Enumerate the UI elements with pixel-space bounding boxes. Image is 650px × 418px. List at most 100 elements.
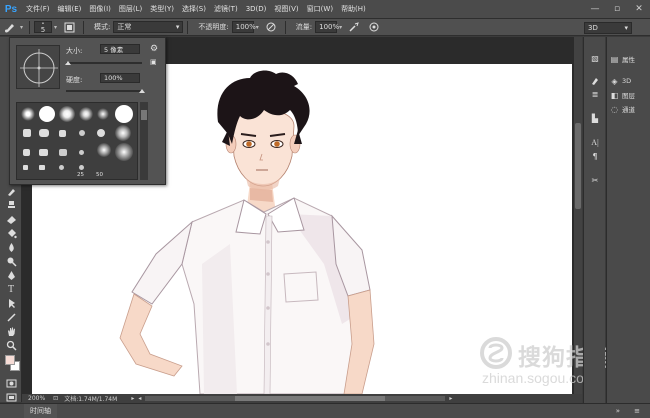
horizontal-scrollbar[interactable] xyxy=(145,396,446,401)
mode-select[interactable]: 正常 ▾ xyxy=(113,21,184,33)
brush-panel-toggle-icon[interactable] xyxy=(62,20,76,34)
chevron-down-icon[interactable]: ▾ xyxy=(54,24,57,31)
panel-3d[interactable]: ◈ 3D xyxy=(610,75,650,87)
size-slider-handle[interactable] xyxy=(65,61,71,65)
pen-icon[interactable] xyxy=(4,269,18,282)
flow-input[interactable]: 100% xyxy=(315,21,339,33)
hardness-slider[interactable] xyxy=(66,90,142,92)
clone-stamp-icon[interactable] xyxy=(4,199,18,212)
scroll-right-arrow-icon[interactable]: ▸ xyxy=(449,395,452,402)
panel-layers[interactable]: ◧ 图层 xyxy=(610,89,650,101)
foreground-color-swatch[interactable] xyxy=(5,355,15,365)
zoom-tool-icon[interactable] xyxy=(4,339,18,352)
brush-preset-item[interactable] xyxy=(21,107,35,121)
character-panel-icon[interactable]: A| xyxy=(589,137,601,148)
brush-preset-item[interactable] xyxy=(115,105,133,123)
menu-select[interactable]: 选择(S) xyxy=(178,4,210,14)
scroll-left-arrow-icon[interactable]: ◂ xyxy=(138,395,141,402)
menu-window[interactable]: 窗口(W) xyxy=(303,4,337,14)
brush-preset-item[interactable] xyxy=(97,108,109,120)
clone-source-icon[interactable]: ▙ xyxy=(589,113,601,124)
brush-preset-item[interactable] xyxy=(97,129,105,137)
hardness-slider-handle[interactable] xyxy=(139,89,145,93)
brush-preset-item[interactable] xyxy=(39,106,55,122)
restore-icon[interactable]: ▫ xyxy=(610,4,624,14)
brush-tool-icon[interactable] xyxy=(4,185,18,198)
menu-edit[interactable]: 编辑(E) xyxy=(54,4,86,14)
menu-filter[interactable]: 滤镜(T) xyxy=(210,4,242,14)
airbrush-icon[interactable] xyxy=(347,20,361,34)
chevron-down-icon[interactable]: ▾ xyxy=(339,24,342,31)
menu-layer[interactable]: 图层(L) xyxy=(115,4,146,14)
size-label: 大小: xyxy=(66,47,83,55)
dodge-icon[interactable] xyxy=(4,255,18,268)
gear-icon[interactable]: ⚙ xyxy=(150,44,158,54)
menu-view[interactable]: 视图(V) xyxy=(270,4,302,14)
blur-icon[interactable] xyxy=(4,241,18,254)
brush-size-picker[interactable]: • 5 xyxy=(34,21,53,34)
collapse-icon[interactable]: » xyxy=(616,407,620,415)
menu-help[interactable]: 帮助(H) xyxy=(337,4,370,14)
opacity-input[interactable]: 100% xyxy=(231,21,256,33)
panel-menu-icon[interactable]: ≡ xyxy=(634,407,640,415)
brush-preset-item[interactable] xyxy=(59,165,64,170)
hand-tool-icon[interactable] xyxy=(4,325,18,338)
zoom-level[interactable]: 200% xyxy=(28,395,45,402)
brush-preset-item[interactable] xyxy=(59,130,66,137)
panel-channels[interactable]: ◌ 通道 xyxy=(610,103,650,115)
path-selection-icon[interactable] xyxy=(4,297,18,310)
brush-preset-item[interactable] xyxy=(79,150,84,155)
panel-properties[interactable]: ▤ 属性 xyxy=(610,53,650,65)
workspace-switcher[interactable]: 3D ▾ xyxy=(584,22,632,34)
eraser-icon[interactable] xyxy=(4,213,18,226)
size-input[interactable]: 5 像素 xyxy=(100,44,140,54)
brush-preset-item[interactable] xyxy=(39,165,45,170)
tab-timeline[interactable]: 时间轴 xyxy=(24,404,57,418)
chevron-down-icon[interactable]: ▾ xyxy=(256,24,259,31)
chevron-down-icon: ▾ xyxy=(175,23,180,31)
menu-image[interactable]: 图像(I) xyxy=(85,4,115,14)
brush-preset-item[interactable] xyxy=(97,143,111,157)
brush-tool-preset-icon[interactable] xyxy=(3,20,17,34)
brush-panel-icon[interactable] xyxy=(589,75,601,86)
status-menu-arrow-icon[interactable]: ▸ xyxy=(131,395,134,402)
brush-preset-item[interactable] xyxy=(79,165,84,170)
history-icon[interactable]: ▧ xyxy=(589,53,601,64)
hardness-input[interactable]: 100% xyxy=(100,73,140,83)
brush-preset-item[interactable] xyxy=(59,106,75,122)
quick-mask-icon[interactable] xyxy=(4,377,18,390)
brush-preset-item[interactable] xyxy=(23,165,28,170)
chevron-down-icon[interactable]: ▾ xyxy=(20,24,23,31)
new-preset-icon[interactable]: ▣ xyxy=(150,58,157,66)
menu-file[interactable]: 文件(F) xyxy=(22,4,54,14)
brush-preset-item[interactable] xyxy=(79,107,93,121)
brush-angle-preview[interactable] xyxy=(16,45,60,89)
brush-preset-item[interactable] xyxy=(39,129,49,137)
minimize-icon[interactable]: — xyxy=(588,4,602,14)
brush-preset-item[interactable] xyxy=(115,143,133,161)
pressure-size-icon[interactable] xyxy=(367,20,381,34)
horizontal-scrollbar-thumb[interactable] xyxy=(235,396,386,401)
close-icon[interactable]: ✕ xyxy=(632,4,646,14)
menu-type[interactable]: 类型(Y) xyxy=(146,4,178,14)
tools-options-icon[interactable]: ✂ xyxy=(589,175,601,186)
brush-preset-item[interactable] xyxy=(115,125,131,141)
brush-preset-item[interactable] xyxy=(39,149,48,156)
brush-preset-item[interactable] xyxy=(79,130,85,136)
export-icon[interactable]: ⊡ xyxy=(53,395,58,402)
brush-preset-item[interactable] xyxy=(23,149,30,156)
type-tool-icon[interactable]: T xyxy=(4,283,18,296)
pressure-opacity-icon[interactable] xyxy=(264,20,278,34)
vertical-scrollbar[interactable] xyxy=(574,37,582,394)
brush-preset-item[interactable] xyxy=(23,129,31,137)
paint-bucket-icon[interactable] xyxy=(4,227,18,240)
paragraph-panel-icon[interactable]: ¶ xyxy=(589,151,601,162)
size-slider[interactable] xyxy=(66,62,142,64)
line-tool-icon[interactable] xyxy=(4,311,18,324)
preset-scrollbar-thumb[interactable] xyxy=(141,110,147,120)
menu-3d[interactable]: 3D(D) xyxy=(242,5,271,13)
brush-preset-item[interactable] xyxy=(59,149,67,156)
scrollbar-thumb[interactable] xyxy=(575,123,581,209)
adjustments-icon[interactable]: ≣ xyxy=(589,89,601,100)
preset-scrollbar[interactable] xyxy=(140,102,148,180)
